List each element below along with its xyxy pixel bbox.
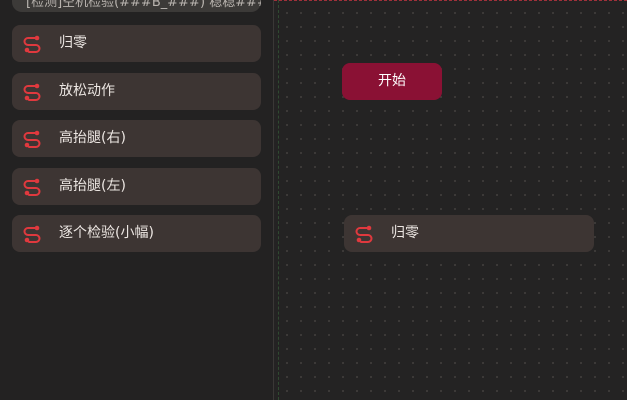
route-icon (23, 178, 41, 196)
palette-block-label: 放松动作 (59, 83, 115, 99)
palette-block-relax[interactable]: 放松动作 (12, 73, 261, 110)
palette-block-high-knee-left[interactable]: 高抬腿(左) (12, 168, 261, 205)
start-block[interactable]: 开始 (342, 63, 442, 100)
route-icon (23, 225, 41, 243)
canvas-top-guide (274, 0, 627, 1)
canvas-block-reset[interactable]: 归零 (344, 215, 594, 252)
palette-block-label: 高抬腿(右) (59, 130, 126, 146)
app-root: [检测]空机检验(###B_###) 稳稳#### 归零 放松动作 高抬腿(右)… (0, 0, 627, 400)
palette-block-high-knee-right[interactable]: 高抬腿(右) (12, 120, 261, 157)
palette-block-reset[interactable]: 归零 (12, 25, 261, 62)
search-box[interactable]: [检测]空机检验(###B_###) 稳稳#### (12, 0, 261, 12)
palette-block-label: 归零 (59, 35, 87, 51)
canvas-left-guide (278, 0, 279, 400)
search-text: [检测]空机检验(###B_###) 稳稳#### (26, 0, 261, 10)
route-icon (23, 130, 41, 148)
route-icon (355, 225, 373, 243)
workspace-canvas[interactable] (274, 0, 627, 400)
palette-block-check-each[interactable]: 逐个检验(小幅) (12, 215, 261, 252)
canvas-block-label: 归零 (391, 225, 419, 241)
route-icon (23, 83, 41, 101)
palette-block-label: 高抬腿(左) (59, 178, 126, 194)
palette-block-label: 逐个检验(小幅) (59, 225, 154, 241)
block-palette-sidebar: [检测]空机检验(###B_###) 稳稳#### 归零 放松动作 高抬腿(右)… (0, 0, 273, 400)
route-icon (23, 35, 41, 53)
